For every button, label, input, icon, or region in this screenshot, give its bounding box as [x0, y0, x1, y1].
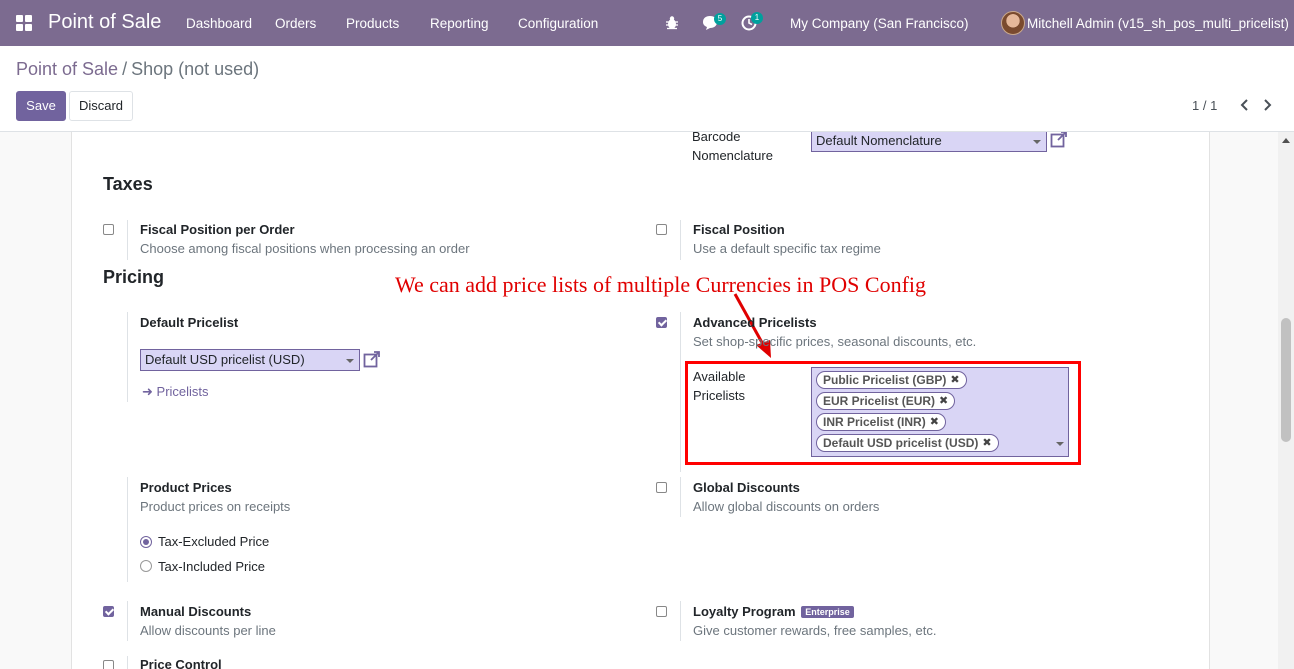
section-title-taxes: Taxes — [103, 174, 153, 194]
pricelists-link-label: Pricelists — [156, 384, 209, 399]
advanced-pricelists-desc: Set shop-specific prices, seasonal disco… — [693, 334, 977, 349]
fiscal-position-title: Fiscal Position — [693, 222, 785, 237]
fiscal-position-per-order-checkbox[interactable] — [103, 224, 114, 235]
scrollbar-thumb[interactable] — [1281, 318, 1291, 442]
app-brand[interactable]: Point of Sale — [48, 11, 161, 34]
fiscal-position-per-order-title: Fiscal Position per Order — [140, 222, 295, 237]
manual-discounts-title: Manual Discounts — [140, 604, 252, 619]
chevron-left-icon[interactable] — [1238, 97, 1252, 113]
divider — [680, 220, 681, 260]
global-discounts-desc: Allow global discounts on orders — [693, 499, 880, 514]
scroll-up-arrow-icon[interactable] — [1282, 138, 1290, 143]
external-link-icon[interactable] — [363, 350, 381, 368]
tax-included-label[interactable]: Tax-Included Price — [158, 559, 265, 574]
loyalty-program-title: Loyalty Program Enterprise — [693, 604, 854, 619]
divider — [127, 220, 128, 260]
loyalty-program-title-text: Loyalty Program — [693, 604, 796, 619]
enterprise-badge: Enterprise — [801, 606, 854, 618]
pricelists-link[interactable]: ➜ Pricelists — [142, 384, 209, 400]
breadcrumb-current: Shop (not used) — [131, 59, 260, 79]
global-discounts-checkbox[interactable] — [656, 482, 667, 493]
external-link-icon[interactable] — [1050, 132, 1068, 148]
global-discounts-title: Global Discounts — [693, 480, 800, 495]
save-button[interactable]: Save — [16, 91, 66, 121]
pager-value[interactable]: 1 / 1 — [1192, 98, 1217, 113]
barcode-nomenclature-label: Barcode Nomenclature — [692, 132, 773, 165]
fiscal-position-checkbox[interactable] — [656, 224, 667, 235]
activities-count-badge: 1 — [751, 12, 763, 24]
default-pricelist-title: Default Pricelist — [140, 315, 239, 330]
menu-configuration[interactable]: Configuration — [518, 16, 598, 31]
section-title-pricing: Pricing — [103, 267, 165, 287]
default-pricelist-select[interactable]: Default USD pricelist (USD) — [140, 349, 360, 371]
settings-content: Barcode Nomenclature Default Nomenclatur… — [0, 132, 1294, 669]
company-switcher[interactable]: My Company (San Francisco) — [790, 16, 969, 31]
discard-button[interactable]: Discard — [69, 91, 133, 121]
loyalty-program-desc: Give customer rewards, free samples, etc… — [693, 623, 937, 638]
tax-included-radio[interactable] — [140, 560, 152, 572]
messages-count-badge: 5 — [714, 13, 726, 25]
manual-discounts-checkbox[interactable] — [103, 606, 114, 617]
chevron-right-icon[interactable] — [1260, 97, 1274, 113]
fiscal-position-desc: Use a default specific tax regime — [693, 241, 881, 256]
tax-excluded-label[interactable]: Tax-Excluded Price — [158, 534, 269, 549]
annotation-text: We can add price lists of multiple Curre… — [395, 272, 927, 297]
divider — [127, 656, 128, 669]
menu-reporting[interactable]: Reporting — [430, 16, 489, 31]
tax-excluded-radio[interactable] — [140, 536, 152, 548]
control-panel: Point of Sale / Shop (not used) Save Disca… — [0, 46, 1294, 132]
menu-products[interactable]: Products — [346, 16, 399, 31]
user-avatar[interactable] — [1001, 11, 1025, 35]
divider — [680, 601, 681, 641]
bug-icon[interactable] — [663, 14, 681, 32]
fiscal-position-per-order-desc: Choose among fiscal positions when proce… — [140, 241, 470, 256]
arrow-right-icon: ➜ — [142, 384, 153, 399]
breadcrumb: Point of Sale / Shop (not used) — [16, 59, 259, 80]
advanced-pricelists-title: Advanced Pricelists — [693, 315, 817, 330]
breadcrumb-root[interactable]: Point of Sale — [16, 59, 118, 79]
divider — [127, 601, 128, 641]
barcode-label-line1: Barcode — [692, 132, 741, 144]
price-control-title: Price Control — [140, 657, 222, 669]
menu-orders[interactable]: Orders — [275, 16, 316, 31]
price-control-checkbox[interactable] — [103, 660, 114, 669]
manual-discounts-desc: Allow discounts per line — [140, 623, 276, 638]
apps-menu-icon[interactable] — [16, 15, 32, 31]
menu-dashboard[interactable]: Dashboard — [186, 16, 252, 31]
divider — [680, 477, 681, 517]
breadcrumb-separator: / — [122, 59, 128, 79]
divider — [127, 312, 128, 402]
user-menu[interactable]: Mitchell Admin (v15_sh_pos_multi_priceli… — [1027, 16, 1289, 31]
barcode-nomenclature-select[interactable]: Default Nomenclature — [811, 132, 1047, 152]
advanced-pricelists-checkbox[interactable] — [656, 317, 667, 328]
loyalty-program-checkbox[interactable] — [656, 606, 667, 617]
product-prices-desc: Product prices on receipts — [140, 499, 291, 514]
divider — [680, 312, 681, 472]
top-navbar: Point of Sale Dashboard Orders Products … — [0, 0, 1294, 46]
divider — [127, 477, 128, 582]
product-prices-title: Product Prices — [140, 480, 232, 495]
barcode-label-line2: Nomenclature — [692, 148, 773, 163]
annotation-highlight-box — [685, 361, 1081, 465]
